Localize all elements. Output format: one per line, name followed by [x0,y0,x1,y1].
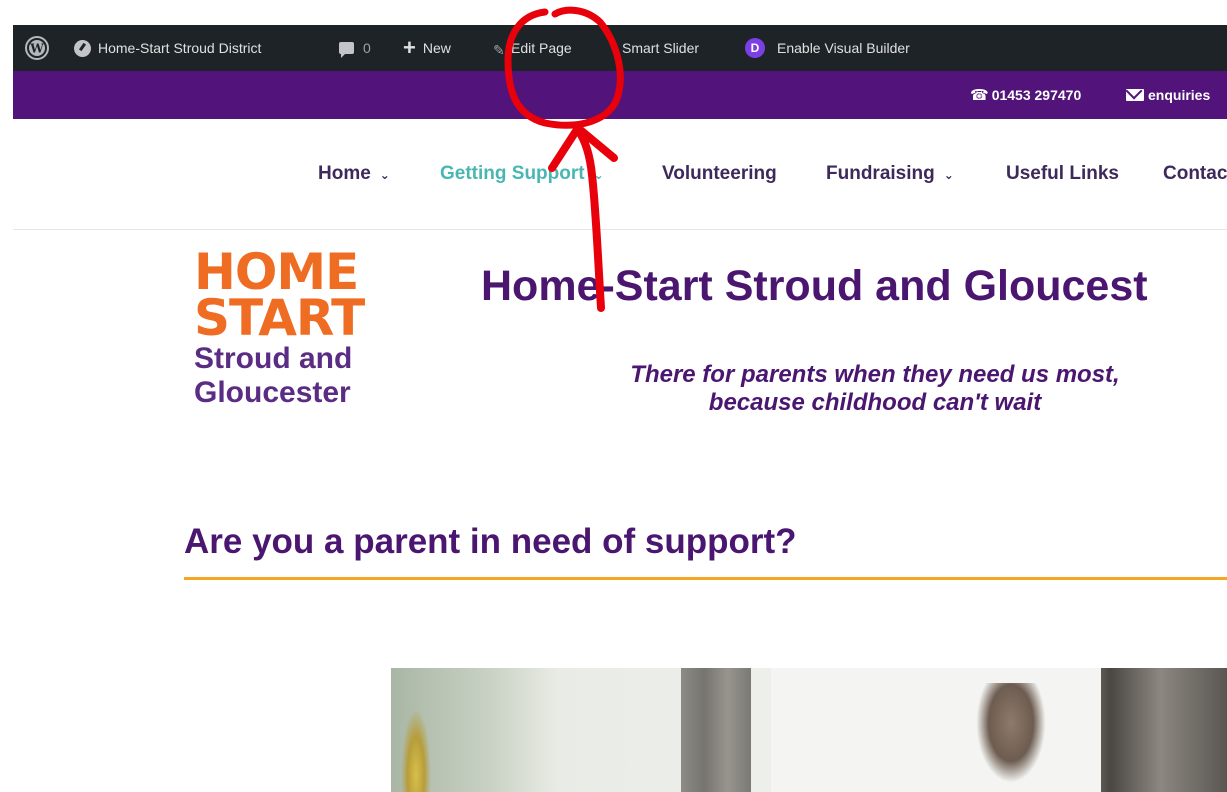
nav-label-getting-support: Getting Support [440,163,585,184]
nav-item-home[interactable]: Home ⌄ [318,163,390,185]
nav-item-fundraising[interactable]: Fundraising ⌄ [826,163,954,185]
admin-bar-site-link[interactable]: Home-Start Stroud District [74,25,261,71]
logo-start-text: START [194,289,365,347]
admin-bar-site-name: Home-Start Stroud District [98,40,262,56]
nav-item-useful-links[interactable]: Useful Links [1006,163,1119,185]
section-heading: Are you a parent in need of support? [184,522,797,561]
wordpress-logo-icon[interactable]: W [25,25,49,71]
tagline-line-1: There for parents when they need us most… [630,361,1120,388]
tagline-line-2: because childhood can't wait [708,389,1042,416]
phone-link[interactable]: ☎ 01453 297470 [970,71,1081,119]
photo-curtain [681,668,751,792]
email-link[interactable]: enquiries [1126,71,1210,119]
heading-divider [184,577,1227,580]
main-navigation: Home ⌄ Getting Support ⌄ Volunteering Fu… [13,119,1227,230]
admin-bar-edit-page-label: Edit Page [511,40,572,56]
admin-bar-smart-slider[interactable]: Smart Slider [622,25,699,71]
nav-item-contact[interactable]: Contac [1163,163,1227,185]
wordpress-logo-svg: W [25,36,49,60]
admin-bar-comments[interactable]: 0 [339,25,371,71]
nav-item-getting-support[interactable]: Getting Support ⌄ [440,163,604,185]
photo-plant [401,708,431,792]
plus-icon: + [403,35,416,60]
logo-stroud-text: Stroud and [194,342,353,375]
site-title: Home-Start Stroud and Gloucest [481,262,1148,310]
wp-admin-bar: W Home-Start Stroud District 0 + New ✎ E… [13,25,1227,71]
logo-home-text: HOME [194,243,359,301]
nav-label-contact: Contac [1163,163,1227,184]
left-gutter [0,0,13,792]
admin-bar-new[interactable]: + New [403,25,451,71]
svg-text:W: W [29,42,44,56]
phone-number: 01453 297470 [991,87,1082,103]
admin-bar-new-label: New [422,40,451,56]
nav-label-useful-links: Useful Links [1006,163,1119,184]
divi-logo-icon: D [745,38,765,58]
photo-hand [976,683,1046,783]
site-logo[interactable]: HOME START Stroud and Gloucester [194,243,394,460]
hero-photo [391,668,1227,792]
pencil-icon: ✎ [493,42,505,58]
photo-window [771,668,1101,792]
nav-label-home: Home [318,163,371,184]
comment-bubble-icon [339,42,354,58]
nav-item-volunteering[interactable]: Volunteering [662,163,777,185]
nav-label-volunteering: Volunteering [662,163,777,184]
email-address: enquiries [1148,87,1211,103]
admin-bar-smart-slider-label: Smart Slider [622,40,700,56]
dashboard-icon [74,39,91,57]
chevron-down-icon: ⌄ [943,168,954,182]
admin-bar-edit-page[interactable]: ✎ Edit Page [493,25,572,71]
comments-count: 0 [363,40,371,56]
admin-bar-visual-builder-label: Enable Visual Builder [777,40,910,56]
admin-bar-visual-builder[interactable]: D Enable Visual Builder [745,25,910,71]
nav-label-fundraising: Fundraising [826,163,935,184]
chevron-down-icon: ⌄ [379,168,390,182]
site-tagline: There for parents when they need us most… [520,361,1227,417]
top-contact-bar: ☎ 01453 297470 enquiries [13,71,1227,119]
chevron-down-icon: ⌄ [593,168,604,182]
logo-gloucester-text: Gloucester [194,376,351,409]
envelope-icon [1126,89,1144,101]
phone-icon: ☎ [970,87,989,104]
